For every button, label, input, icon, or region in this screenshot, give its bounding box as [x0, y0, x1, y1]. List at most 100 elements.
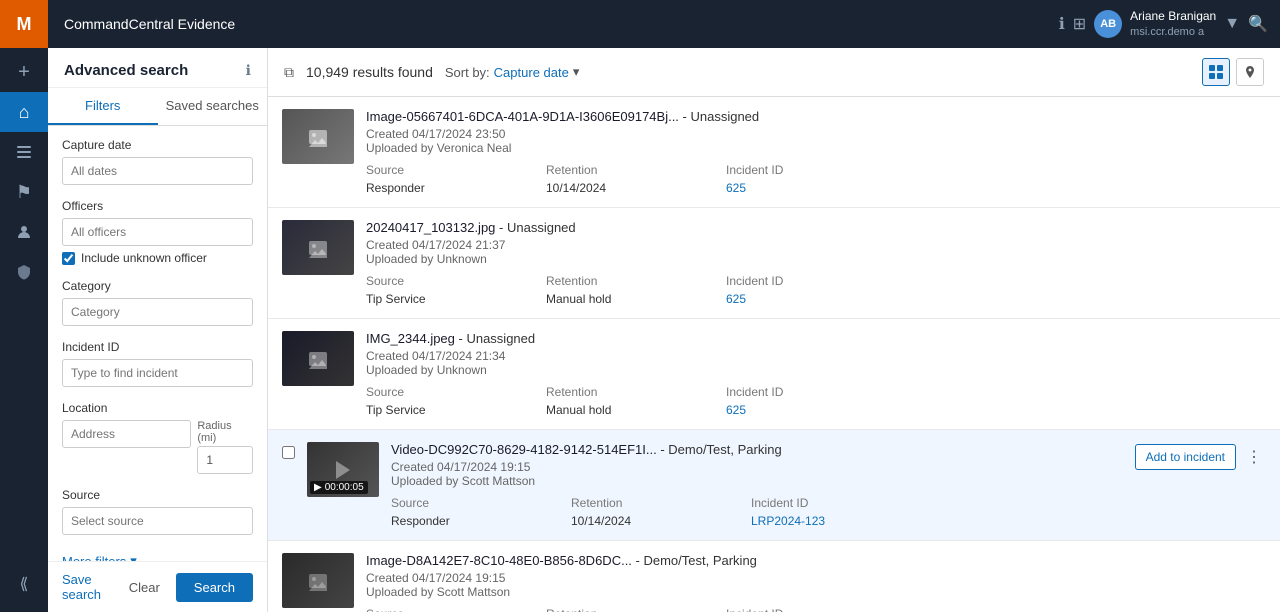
- source-label: Source: [62, 488, 253, 502]
- result-title-text: 20240417_103132.jpg - Unassigned: [366, 220, 576, 235]
- source-field-value: Responder: [391, 514, 571, 528]
- nav-collapse-button[interactable]: ⟪: [0, 564, 48, 604]
- incident-id-field-value: LRP2024-123: [751, 514, 1123, 528]
- result-fields: Source Retention Incident ID Tip Service…: [366, 274, 1266, 306]
- category-label: Category: [62, 279, 253, 293]
- search-button[interactable]: Search: [176, 573, 253, 602]
- header-icons: ℹ ⊞ AB Ariane Branigan msi.ccr.demo a ▼ …: [1059, 9, 1268, 39]
- capture-date-input[interactable]: [62, 157, 253, 185]
- result-title: 20240417_103132.jpg - Unassigned: [366, 220, 1266, 235]
- more-options-button[interactable]: ⋮: [1242, 445, 1266, 469]
- list-item: ▶ 00:00:05 Video-DC992C70-8629-4182-9142…: [268, 430, 1280, 541]
- grid-view-button[interactable]: [1202, 58, 1230, 86]
- incident-id-field-value: 625: [726, 403, 1266, 417]
- include-unknown-checkbox[interactable]: [62, 252, 75, 265]
- address-input[interactable]: [62, 420, 191, 448]
- incident-id-input[interactable]: [62, 359, 253, 387]
- user-dropdown-icon[interactable]: ▼: [1224, 15, 1240, 33]
- add-to-incident-button[interactable]: Add to incident: [1135, 444, 1236, 470]
- list-item: Image-D8A142E7-8C10-48E0-B856-8D6DC... -…: [268, 541, 1280, 612]
- video-icon: ▶: [314, 482, 322, 493]
- result-title-text: Image-05667401-6DCA-401A-9D1A-I3606E0917…: [366, 109, 759, 124]
- result-actions: Add to incident ⋮: [1135, 444, 1266, 470]
- incident-id-link[interactable]: LRP2024-123: [751, 514, 825, 528]
- created-date: Created 04/17/2024 23:50: [366, 127, 505, 141]
- result-checkbox[interactable]: [282, 446, 295, 459]
- app-wrapper: CommandCentral Evidence ℹ ⊞ AB Ariane Br…: [48, 0, 1280, 612]
- result-thumbnail: [282, 331, 354, 386]
- list-item: Image-05667401-6DCA-401A-9D1A-I3606E0917…: [268, 97, 1280, 208]
- result-thumbnail: [282, 109, 354, 164]
- sort-label: Sort by:: [445, 65, 490, 80]
- result-info: Image-D8A142E7-8C10-48E0-B856-8D6DC... -…: [366, 553, 1266, 612]
- officers-input[interactable]: [62, 218, 253, 246]
- map-view-button[interactable]: [1236, 58, 1264, 86]
- incident-id-link[interactable]: 625: [726, 181, 746, 195]
- incident-id-link[interactable]: 625: [726, 292, 746, 306]
- retention-field-value: Manual hold: [546, 403, 726, 417]
- source-field-label: Source: [366, 385, 546, 399]
- result-fields: Source Retention Incident ID Tip Service…: [366, 385, 1266, 417]
- uploaded-by: Uploaded by Unknown: [366, 252, 487, 266]
- created-date: Created 04/17/2024 19:15: [391, 460, 530, 474]
- uploaded-by: Uploaded by Unknown: [366, 363, 487, 377]
- tab-filters[interactable]: Filters: [48, 88, 158, 125]
- incident-id-field-value: 625: [726, 292, 1266, 306]
- source-field-label: Source: [366, 274, 546, 288]
- result-title-text: Video-DC992C70-8629-4182-9142-514EF1I...…: [391, 442, 782, 457]
- tab-saved-searches[interactable]: Saved searches: [158, 88, 268, 125]
- source-field-value: Tip Service: [366, 403, 546, 417]
- source-input[interactable]: [62, 507, 253, 535]
- location-label: Location: [62, 401, 253, 415]
- result-title: IMG_2344.jpeg - Unassigned: [366, 331, 1266, 346]
- incident-id-field-label: Incident ID: [726, 163, 1266, 177]
- save-search-link[interactable]: Save search: [62, 572, 113, 602]
- more-filters-label: More filters: [62, 554, 126, 562]
- add-button[interactable]: +: [0, 52, 48, 92]
- sort-chevron-icon: ▾: [573, 64, 580, 80]
- nav-home[interactable]: ⌂: [0, 92, 48, 132]
- search-icon[interactable]: 🔍: [1248, 14, 1268, 34]
- retention-field-label: Retention: [571, 496, 751, 510]
- result-thumbnail: ▶ 00:00:05: [307, 442, 379, 497]
- capture-date-group: Capture date: [62, 138, 253, 185]
- nav-flag[interactable]: ⚑: [0, 172, 48, 212]
- result-title-text: IMG_2344.jpeg - Unassigned: [366, 331, 535, 346]
- source-field-label: Source: [391, 496, 571, 510]
- filter-icon: ⧉: [284, 64, 294, 81]
- uploaded-by: Uploaded by Scott Mattson: [391, 474, 535, 488]
- view-icons: [1202, 58, 1264, 86]
- result-info: IMG_2344.jpeg - Unassigned Created 04/17…: [366, 331, 1266, 417]
- clear-button[interactable]: Clear: [121, 576, 168, 599]
- nav-person[interactable]: [0, 212, 48, 252]
- result-fields: Source Retention Incident ID Responder 1…: [366, 163, 1266, 195]
- result-fields: Source Retention Incident ID Responder 1…: [391, 496, 1123, 528]
- info-icon[interactable]: ℹ: [246, 62, 251, 79]
- incident-id-link[interactable]: 625: [726, 403, 746, 417]
- help-icon[interactable]: ℹ: [1059, 14, 1065, 34]
- nav-list[interactable]: [0, 132, 48, 172]
- more-filters-button[interactable]: More filters ▾: [62, 549, 253, 561]
- results-panel: ⧉ 10,949 results found Sort by: Capture …: [268, 48, 1280, 612]
- source-field-value: Tip Service: [366, 292, 546, 306]
- sort-control[interactable]: Sort by: Capture date ▾: [445, 64, 580, 80]
- result-title: Video-DC992C70-8629-4182-9142-514EF1I...…: [391, 442, 1123, 457]
- nav-shield[interactable]: [0, 252, 48, 292]
- incident-id-label: Incident ID: [62, 340, 253, 354]
- incident-id-field-label: Incident ID: [726, 607, 1266, 612]
- capture-date-label: Capture date: [62, 138, 253, 152]
- uploaded-by: Uploaded by Veronica Neal: [366, 141, 511, 155]
- thumb-placeholder: [282, 331, 354, 386]
- results-list: Image-05667401-6DCA-401A-9D1A-I3606E0917…: [268, 97, 1280, 612]
- location-group: Location Radius (mi): [62, 401, 253, 474]
- grid-icon[interactable]: ⊞: [1073, 14, 1086, 34]
- results-header: ⧉ 10,949 results found Sort by: Capture …: [268, 48, 1280, 97]
- category-input[interactable]: [62, 298, 253, 326]
- result-meta: Created 04/17/2024 19:15 Uploaded by Sco…: [366, 571, 1266, 599]
- include-unknown-label: Include unknown officer: [81, 251, 207, 265]
- results-count: 10,949 results found: [306, 64, 433, 80]
- radius-input[interactable]: [197, 446, 253, 474]
- video-duration-badge: ▶ 00:00:05: [310, 481, 368, 494]
- result-thumbnail: [282, 553, 354, 608]
- result-title: Image-D8A142E7-8C10-48E0-B856-8D6DC... -…: [366, 553, 1266, 568]
